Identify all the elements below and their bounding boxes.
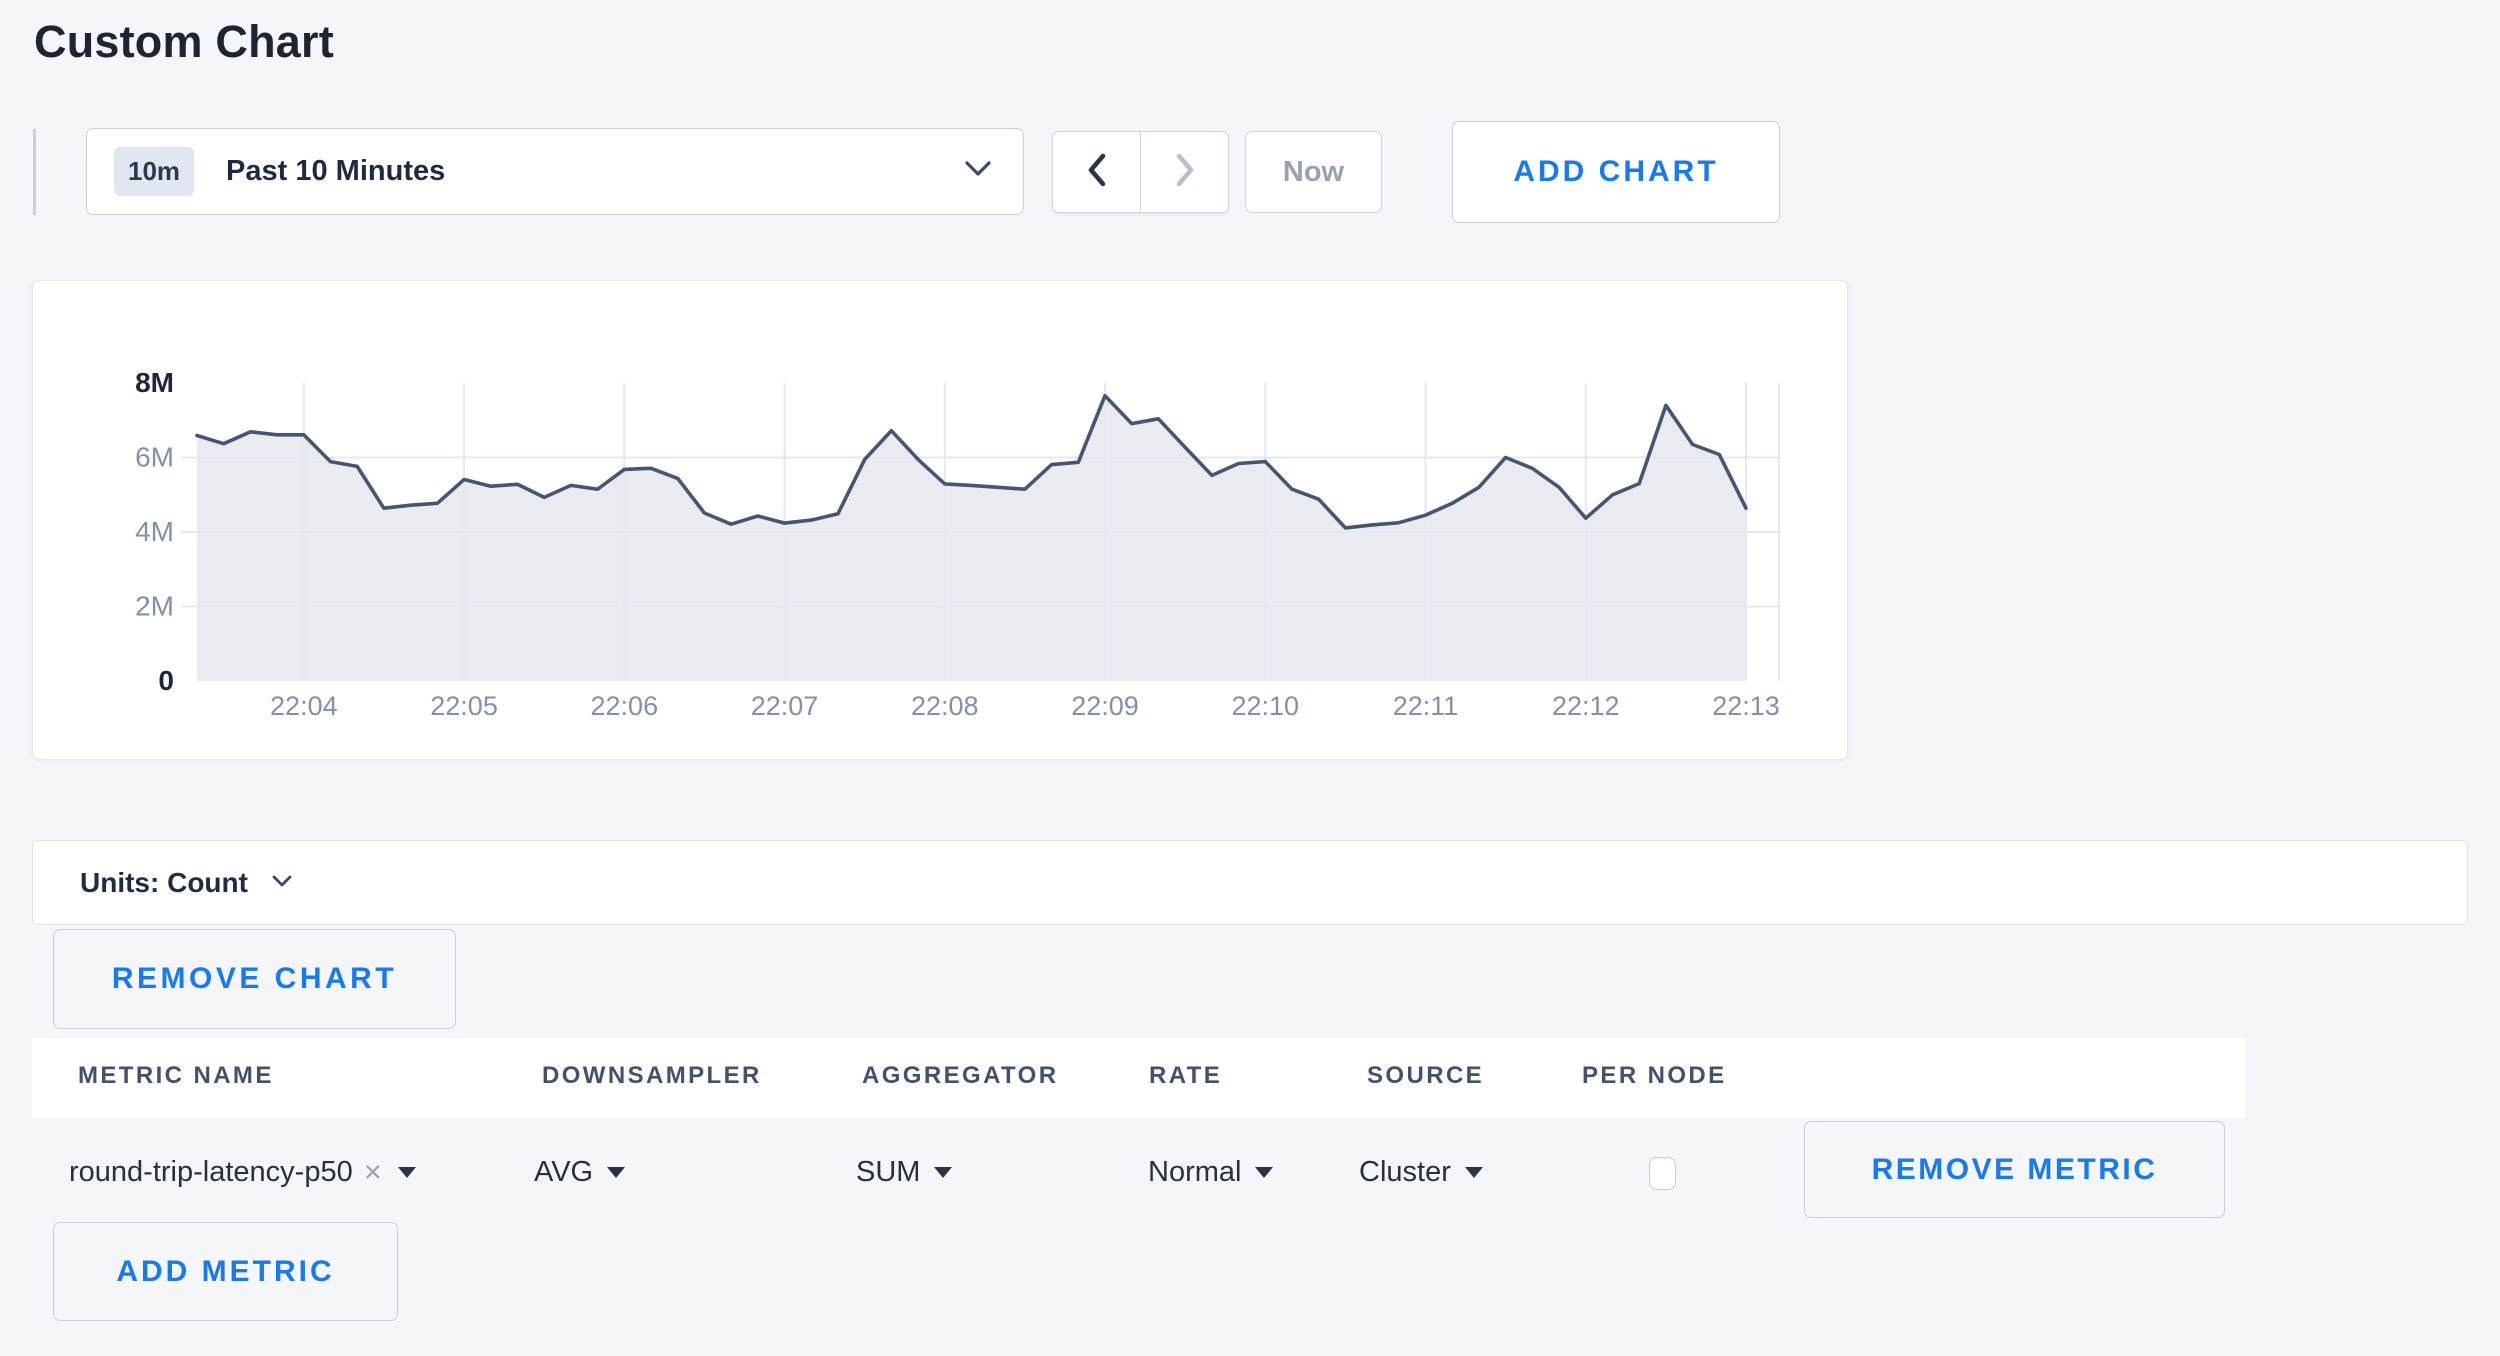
metric-name-select[interactable]: round-trip-latency-p50 ×	[69, 1148, 416, 1196]
remove-metric-button[interactable]: REMOVE METRIC	[1804, 1121, 2225, 1218]
units-select[interactable]: Units: Count	[32, 840, 2468, 925]
column-header-source: SOURCE	[1367, 1062, 1484, 1090]
left-accent-divider	[33, 129, 36, 215]
units-select-label: Units: Count	[80, 867, 248, 899]
caret-down-icon	[1255, 1167, 1273, 1178]
svg-text:2M: 2M	[135, 591, 174, 622]
svg-text:8M: 8M	[135, 367, 174, 398]
downsampler-value: AVG	[534, 1156, 593, 1189]
metrics-table-header: METRIC NAME DOWNSAMPLER AGGREGATOR RATE …	[32, 1038, 2245, 1118]
now-button[interactable]: Now	[1245, 131, 1382, 213]
caret-down-icon	[398, 1167, 416, 1178]
svg-text:6M: 6M	[135, 442, 174, 473]
caret-down-icon	[934, 1167, 952, 1178]
chevron-down-icon	[965, 161, 991, 182]
time-range-select[interactable]: 10m Past 10 Minutes	[86, 128, 1024, 215]
column-header-metric-name: METRIC NAME	[78, 1062, 274, 1090]
svg-text:22:09: 22:09	[1071, 691, 1139, 721]
chevron-right-icon	[1175, 153, 1195, 192]
add-chart-button[interactable]: ADD CHART	[1452, 121, 1780, 223]
custom-chart-page: Custom Chart 10m Past 10 Minutes Now ADD…	[0, 0, 2500, 1356]
aggregator-select[interactable]: SUM	[856, 1148, 952, 1196]
svg-text:22:06: 22:06	[591, 691, 659, 721]
page-title: Custom Chart	[34, 16, 334, 68]
chevron-down-icon	[272, 874, 292, 892]
time-series-chart: 0 2M 4M 6M 8M 22:04 22:05 22:06 22:07 22:08 22:09 2…	[33, 281, 1849, 761]
svg-text:22:13: 22:13	[1712, 691, 1780, 721]
prev-button[interactable]	[1053, 132, 1140, 212]
svg-text:0: 0	[158, 665, 174, 696]
svg-text:22:05: 22:05	[430, 691, 498, 721]
downsampler-select[interactable]: AVG	[534, 1148, 625, 1196]
time-pager	[1052, 131, 1229, 213]
svg-text:22:11: 22:11	[1393, 691, 1459, 721]
column-header-per-node: PER NODE	[1582, 1062, 1727, 1090]
rate-select[interactable]: Normal	[1148, 1148, 1273, 1196]
svg-text:22:07: 22:07	[751, 691, 819, 721]
source-select[interactable]: Cluster	[1359, 1148, 1483, 1196]
svg-text:22:04: 22:04	[270, 691, 338, 721]
svg-text:22:12: 22:12	[1552, 691, 1620, 721]
svg-text:4M: 4M	[135, 516, 174, 547]
source-value: Cluster	[1359, 1156, 1451, 1189]
svg-text:22:10: 22:10	[1231, 691, 1299, 721]
column-header-aggregator: AGGREGATOR	[862, 1062, 1058, 1090]
add-metric-button[interactable]: ADD METRIC	[53, 1222, 398, 1321]
per-node-checkbox[interactable]	[1649, 1157, 1676, 1190]
column-header-downsampler: DOWNSAMPLER	[542, 1062, 762, 1090]
remove-chart-button[interactable]: REMOVE CHART	[53, 929, 456, 1029]
svg-text:22:08: 22:08	[911, 691, 979, 721]
aggregator-value: SUM	[856, 1156, 920, 1189]
next-button[interactable]	[1140, 132, 1228, 212]
time-range-label: Past 10 Minutes	[226, 155, 445, 188]
rate-value: Normal	[1148, 1156, 1241, 1189]
column-header-rate: RATE	[1149, 1062, 1222, 1090]
caret-down-icon	[1465, 1167, 1483, 1178]
metric-name-value: round-trip-latency-p50	[69, 1156, 353, 1189]
clear-metric-icon[interactable]: ×	[364, 1154, 382, 1190]
caret-down-icon	[607, 1167, 625, 1178]
chart-card: 0 2M 4M 6M 8M 22:04 22:05 22:06 22:07 22:08 22:09 2…	[32, 280, 1848, 760]
time-range-badge: 10m	[114, 147, 194, 196]
chevron-left-icon	[1087, 153, 1107, 192]
